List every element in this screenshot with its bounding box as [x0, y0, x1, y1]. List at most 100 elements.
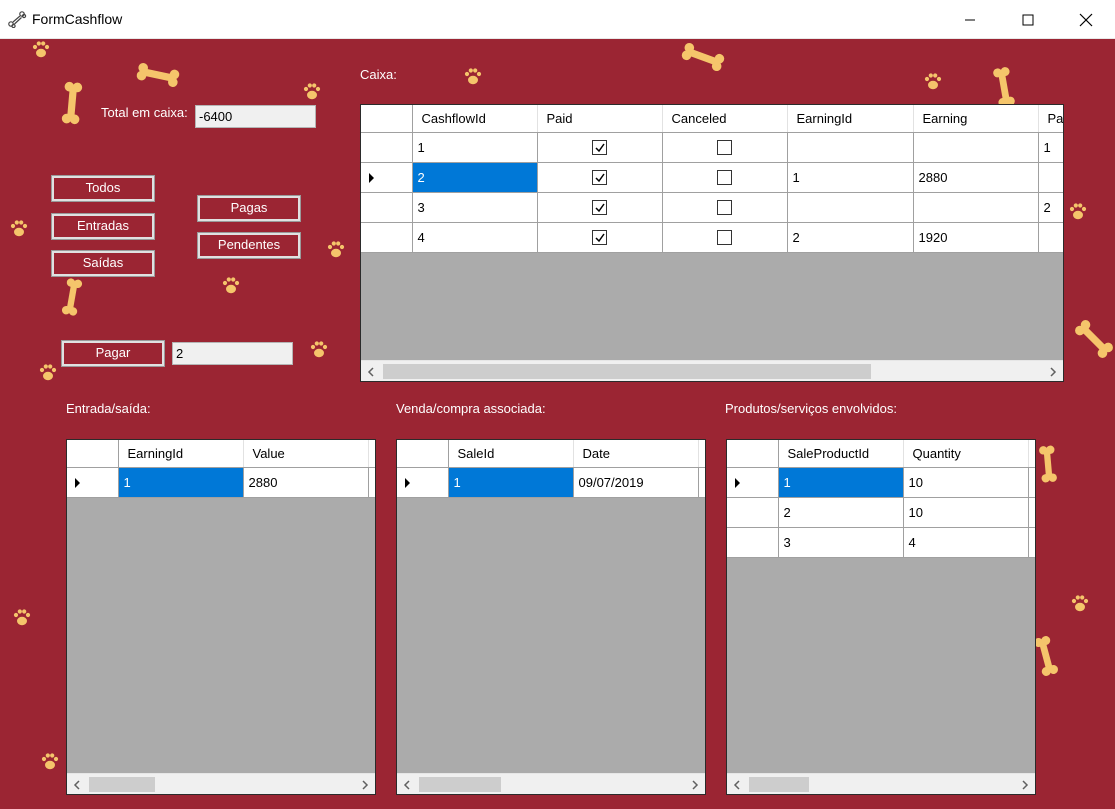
- scroll-left-icon[interactable]: [397, 774, 417, 794]
- quantity-cell[interactable]: 4: [903, 527, 1029, 558]
- earning-cell[interactable]: [913, 132, 1039, 163]
- quantity-cell[interactable]: 10: [903, 467, 1029, 498]
- column-header[interactable]: SaleId: [448, 440, 574, 468]
- caixa-grid[interactable]: CashflowId Paid Canceled EarningId Earni…: [360, 104, 1064, 382]
- checked-checkbox[interactable]: [592, 230, 607, 246]
- horizontal-scrollbar[interactable]: [727, 773, 1035, 794]
- unchecked-checkbox[interactable]: [717, 200, 732, 216]
- paid-cell[interactable]: [537, 192, 663, 223]
- row-header[interactable]: [67, 467, 119, 498]
- paid-cell[interactable]: [537, 132, 663, 163]
- column-header[interactable]: EarningId: [787, 105, 914, 133]
- unchecked-checkbox[interactable]: [717, 170, 732, 186]
- date-cell[interactable]: 09/07/2019: [573, 467, 699, 498]
- row-header[interactable]: [727, 527, 779, 558]
- table-row[interactable]: 1 09/07/2019: [397, 467, 705, 498]
- scroll-thumb[interactable]: [89, 777, 155, 792]
- column-header[interactable]: Value: [243, 440, 369, 468]
- table-row[interactable]: 2 10: [727, 497, 1035, 528]
- column-header[interactable]: EarningId: [118, 440, 244, 468]
- saleproductid-cell[interactable]: 3: [778, 527, 904, 558]
- canceled-cell[interactable]: [662, 222, 788, 253]
- pendentes-button[interactable]: Pendentes: [197, 232, 301, 259]
- unchecked-checkbox[interactable]: [717, 140, 732, 156]
- scroll-right-icon[interactable]: [685, 774, 705, 794]
- entradas-button[interactable]: Entradas: [51, 213, 155, 240]
- column-header[interactable]: Earning: [913, 105, 1039, 133]
- earningid-cell[interactable]: 1: [118, 467, 244, 498]
- canceled-cell[interactable]: [662, 132, 788, 163]
- scroll-thumb[interactable]: [749, 777, 809, 792]
- scroll-left-icon[interactable]: [361, 361, 381, 381]
- scroll-thumb[interactable]: [419, 777, 501, 792]
- checked-checkbox[interactable]: [592, 200, 607, 216]
- table-row[interactable]: 4 2 1920: [361, 222, 1063, 253]
- pa-cell[interactable]: [1038, 162, 1063, 193]
- saleid-cell[interactable]: 1: [448, 467, 574, 498]
- row-header[interactable]: [727, 467, 779, 498]
- pa-cell[interactable]: 1: [1038, 132, 1063, 163]
- earningid-cell[interactable]: [787, 132, 914, 163]
- value-cell[interactable]: 2880: [243, 467, 369, 498]
- column-header[interactable]: Paid: [537, 105, 663, 133]
- canceled-cell[interactable]: [662, 162, 788, 193]
- column-header[interactable]: Date: [573, 440, 699, 468]
- paid-cell[interactable]: [537, 222, 663, 253]
- table-row[interactable]: 1 2880: [67, 467, 375, 498]
- pagar-button[interactable]: Pagar: [61, 340, 165, 367]
- canceled-cell[interactable]: [662, 192, 788, 223]
- pagar-id-field[interactable]: 2: [172, 342, 293, 365]
- scroll-left-icon[interactable]: [67, 774, 87, 794]
- maximize-button[interactable]: [1005, 0, 1051, 39]
- venda-compra-grid[interactable]: SaleId Date 1 09/07/2019: [396, 439, 706, 795]
- earning-cell[interactable]: [913, 192, 1039, 223]
- cashflowid-cell[interactable]: 2: [412, 162, 538, 193]
- unchecked-checkbox[interactable]: [717, 230, 732, 246]
- paid-cell[interactable]: [537, 162, 663, 193]
- quantity-cell[interactable]: 10: [903, 497, 1029, 528]
- scroll-thumb[interactable]: [383, 364, 871, 379]
- table-row[interactable]: 2 1 2880: [361, 162, 1063, 193]
- table-row[interactable]: 1 1: [361, 132, 1063, 163]
- cashflowid-cell[interactable]: 4: [412, 222, 538, 253]
- horizontal-scrollbar[interactable]: [397, 773, 705, 794]
- earningid-cell[interactable]: 2: [787, 222, 914, 253]
- earning-cell[interactable]: 2880: [913, 162, 1039, 193]
- scroll-right-icon[interactable]: [1043, 361, 1063, 381]
- cashflowid-cell[interactable]: 3: [412, 192, 538, 223]
- checked-checkbox[interactable]: [592, 170, 607, 186]
- row-header[interactable]: [361, 192, 413, 223]
- table-row[interactable]: 3 4: [727, 527, 1035, 558]
- checked-checkbox[interactable]: [592, 140, 607, 156]
- table-row[interactable]: 3 2: [361, 192, 1063, 223]
- row-header[interactable]: [361, 132, 413, 163]
- scroll-right-icon[interactable]: [1015, 774, 1035, 794]
- column-header[interactable]: Pa: [1038, 105, 1063, 133]
- entrada-saida-grid[interactable]: EarningId Value 1 2880: [66, 439, 376, 795]
- row-header[interactable]: [361, 222, 413, 253]
- scroll-right-icon[interactable]: [355, 774, 375, 794]
- close-button[interactable]: [1063, 0, 1109, 39]
- saleproductid-cell[interactable]: 1: [778, 467, 904, 498]
- column-header[interactable]: SaleProductId: [778, 440, 904, 468]
- table-row[interactable]: 1 10: [727, 467, 1035, 498]
- produtos-servicos-grid[interactable]: SaleProductId Quantity 1 10 2 10 3 4: [726, 439, 1036, 795]
- column-header[interactable]: Canceled: [662, 105, 788, 133]
- pa-cell[interactable]: 2: [1038, 192, 1063, 223]
- row-header[interactable]: [361, 162, 413, 193]
- earningid-cell[interactable]: 1: [787, 162, 914, 193]
- pagas-button[interactable]: Pagas: [197, 195, 301, 222]
- total-caixa-field[interactable]: -6400: [195, 105, 316, 128]
- horizontal-scrollbar[interactable]: [361, 360, 1063, 381]
- cashflowid-cell[interactable]: 1: [412, 132, 538, 163]
- pa-cell[interactable]: [1038, 222, 1063, 253]
- saidas-button[interactable]: Saídas: [51, 250, 155, 277]
- scroll-left-icon[interactable]: [727, 774, 747, 794]
- saleproductid-cell[interactable]: 2: [778, 497, 904, 528]
- row-header[interactable]: [727, 497, 779, 528]
- todos-button[interactable]: Todos: [51, 175, 155, 202]
- column-header[interactable]: Quantity: [903, 440, 1029, 468]
- minimize-button[interactable]: [947, 0, 993, 39]
- column-header[interactable]: CashflowId: [412, 105, 538, 133]
- earningid-cell[interactable]: [787, 192, 914, 223]
